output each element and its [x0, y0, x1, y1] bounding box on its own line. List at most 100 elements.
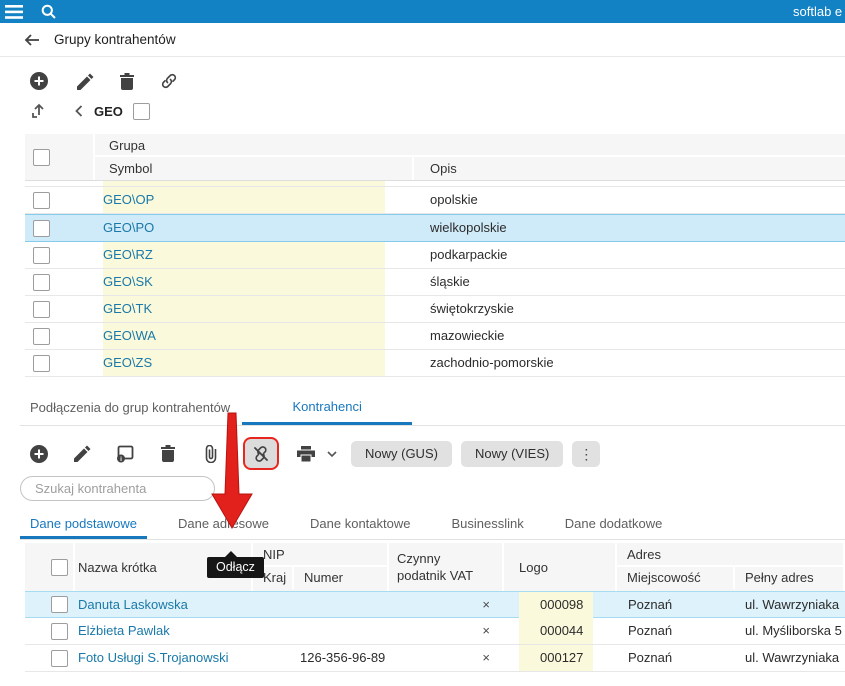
column-header-numer[interactable]: Numer: [294, 567, 387, 589]
edit-group-button[interactable]: [74, 70, 96, 92]
unlink-button-highlighted[interactable]: [243, 437, 279, 470]
column-group-adres: Adres Miejscowość Pełny adres: [617, 543, 845, 591]
group-symbol-link[interactable]: GEO\TK: [95, 296, 414, 322]
group-opis: zachodnio-pomorskie: [430, 355, 554, 370]
contractor-data-tabs: Dane podstawowe Dane adresowe Dane konta…: [20, 513, 845, 540]
attachment-icon[interactable]: [200, 443, 222, 465]
column-header-miejscowosc[interactable]: Miejscowość: [617, 567, 735, 589]
column-header-pelny-adres[interactable]: Pełny adres: [735, 567, 843, 589]
tab-businesslink[interactable]: Businesslink: [441, 513, 533, 539]
path-checkbox[interactable]: [132, 102, 150, 120]
table-row[interactable]: GEO\ZS zachodnio-pomorskie: [25, 350, 845, 377]
search-contractor-input[interactable]: [20, 476, 215, 501]
contractor-name-link[interactable]: Foto Usługi S.Trojanowski: [75, 645, 253, 671]
chevron-left-icon[interactable]: [72, 100, 86, 122]
section-tabs: Podłączenia do grup kontrahentów Kontrah…: [20, 393, 845, 426]
table-row-partial: [25, 180, 845, 187]
table-row[interactable]: GEO\TK świętokrzyskie: [25, 296, 845, 323]
groups-path-bar: GEO: [20, 100, 845, 122]
contractor-logo: 000127: [519, 645, 593, 671]
up-level-icon[interactable]: [28, 100, 50, 122]
column-header-opis[interactable]: Opis: [414, 157, 845, 180]
group-opis: opolskie: [430, 192, 478, 207]
contractor-logo: 000098: [519, 592, 593, 618]
row-checkbox[interactable]: [51, 649, 68, 667]
hamburger-menu-icon[interactable]: [0, 0, 28, 23]
current-group-path: GEO: [94, 103, 123, 119]
row-checkbox[interactable]: [33, 246, 50, 264]
back-arrow-icon[interactable]: [20, 28, 44, 52]
link-group-button[interactable]: [158, 70, 180, 92]
column-header-czynny-podatnik-vat[interactable]: Czynny podatnik VAT: [389, 543, 504, 591]
print-options-chevron-icon[interactable]: [325, 443, 339, 465]
group-symbol-link[interactable]: GEO\PO: [95, 215, 414, 241]
table-row-selected[interactable]: GEO\PO wielkopolskie: [25, 214, 845, 242]
add-contractor-button[interactable]: [28, 443, 50, 465]
table-row[interactable]: GEO\OP opolskie: [25, 187, 845, 214]
nowy-gus-button[interactable]: Nowy (GUS): [351, 440, 452, 467]
delete-contractor-button[interactable]: [157, 443, 179, 465]
vat-active-mark: ×: [482, 650, 490, 665]
page-header: Grupy kontrahentów: [0, 23, 845, 57]
vat-active-mark: ×: [482, 597, 490, 612]
contractors-table: Nazwa krótka ↑ NIP Kraj Numer Czynny pod…: [25, 543, 845, 672]
more-options-kebab-button[interactable]: ⋮: [572, 440, 601, 467]
row-checkbox[interactable]: [51, 596, 68, 613]
vat-active-mark: ×: [482, 623, 490, 638]
tab-kontrahenci[interactable]: Kontrahenci: [242, 399, 413, 425]
add-group-button[interactable]: [28, 70, 50, 92]
svg-text:i: i: [120, 456, 122, 463]
search-icon[interactable]: [34, 0, 62, 23]
top-app-bar: softlab e: [0, 0, 845, 23]
card-info-button[interactable]: i: [114, 443, 136, 465]
select-all-groups-checkbox[interactable]: [33, 148, 50, 166]
group-symbol-link[interactable]: GEO\RZ: [95, 242, 414, 268]
group-symbol-link[interactable]: GEO\SK: [95, 269, 414, 295]
tab-dane-dodatkowe[interactable]: Dane dodatkowe: [555, 513, 673, 539]
contractors-toolbar: i Nowy (GUS) Nowy (VIES) ⋮: [20, 435, 845, 472]
column-header-grupa[interactable]: Grupa: [95, 134, 845, 157]
row-checkbox[interactable]: [33, 327, 50, 345]
contractor-row-selected[interactable]: Danuta Laskowska × 000098 Poznań ul. Waw…: [25, 591, 845, 618]
row-checkbox[interactable]: [33, 300, 50, 318]
row-checkbox[interactable]: [33, 273, 50, 291]
group-opis: wielkopolskie: [430, 220, 507, 235]
group-opis: podkarpackie: [430, 247, 508, 262]
tab-dane-podstawowe[interactable]: Dane podstawowe: [20, 513, 147, 539]
tab-podlaczenia[interactable]: Podłączenia do grup kontrahentów: [20, 400, 242, 425]
group-opis: mazowieckie: [430, 328, 505, 343]
edit-contractor-button[interactable]: [71, 443, 93, 465]
column-header-symbol[interactable]: Symbol: [95, 157, 414, 180]
brand-logo: softlab e: [793, 4, 843, 19]
group-symbol-link[interactable]: GEO\OP: [95, 187, 414, 213]
table-row[interactable]: GEO\WA mazowieckie: [25, 323, 845, 350]
print-button[interactable]: [295, 443, 317, 465]
page-title: Grupy kontrahentów: [54, 32, 176, 47]
groups-toolbar: [20, 70, 845, 92]
nowy-vies-button[interactable]: Nowy (VIES): [460, 440, 564, 467]
search-row: [20, 476, 845, 501]
row-checkbox[interactable]: [33, 354, 50, 372]
groups-table-header: Grupa Symbol Opis: [25, 134, 845, 180]
tab-dane-kontaktowe[interactable]: Dane kontaktowe: [300, 513, 420, 539]
row-checkbox[interactable]: [33, 219, 50, 237]
group-opis: świętokrzyskie: [430, 301, 514, 316]
row-checkbox[interactable]: [33, 191, 50, 209]
group-opis: śląskie: [430, 274, 470, 289]
contractor-row[interactable]: Elżbieta Pawlak × 000044 Poznań ul. Myśl…: [25, 618, 845, 645]
groups-table: Grupa Symbol Opis GEO\OP opolskie GEO\PO…: [25, 134, 845, 377]
table-row[interactable]: GEO\RZ podkarpackie: [25, 242, 845, 269]
contractor-logo: 000044: [519, 618, 593, 644]
contractor-row[interactable]: Foto Usługi S.Trojanowski 126-356-96-89 …: [25, 645, 845, 672]
contractor-name-link[interactable]: Elżbieta Pawlak: [75, 618, 253, 644]
tab-dane-adresowe[interactable]: Dane adresowe: [168, 513, 279, 539]
delete-group-button[interactable]: [116, 70, 138, 92]
group-symbol-link[interactable]: GEO\ZS: [95, 350, 414, 376]
column-header-logo[interactable]: Logo: [504, 543, 617, 591]
table-row[interactable]: GEO\SK śląskie: [25, 269, 845, 296]
contractor-name-link[interactable]: Danuta Laskowska: [75, 592, 253, 617]
contractors-table-header: Nazwa krótka ↑ NIP Kraj Numer Czynny pod…: [25, 543, 845, 591]
row-checkbox[interactable]: [51, 622, 68, 640]
group-symbol-link[interactable]: GEO\WA: [95, 323, 414, 349]
select-all-contractors-checkbox[interactable]: [51, 558, 68, 576]
